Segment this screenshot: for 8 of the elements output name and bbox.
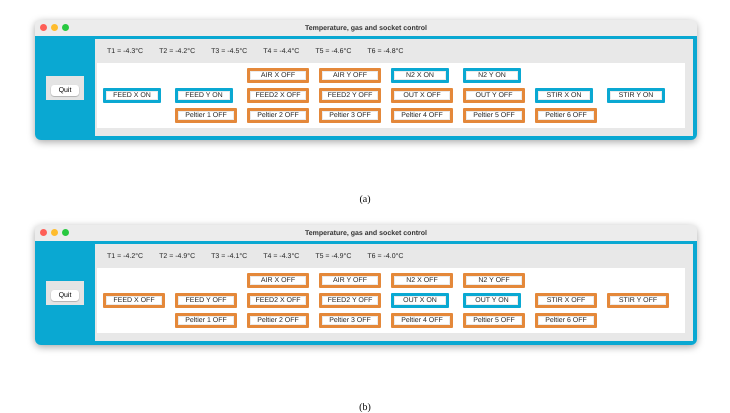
close-icon[interactable] (40, 24, 47, 31)
close-icon[interactable] (40, 229, 47, 236)
maximize-icon[interactable] (62, 24, 69, 31)
figure-caption: (b) (359, 402, 371, 413)
figure-caption: (a) (359, 194, 371, 205)
minimize-icon[interactable] (51, 24, 58, 31)
maximize-icon[interactable] (62, 229, 69, 236)
minimize-icon[interactable] (51, 229, 58, 236)
